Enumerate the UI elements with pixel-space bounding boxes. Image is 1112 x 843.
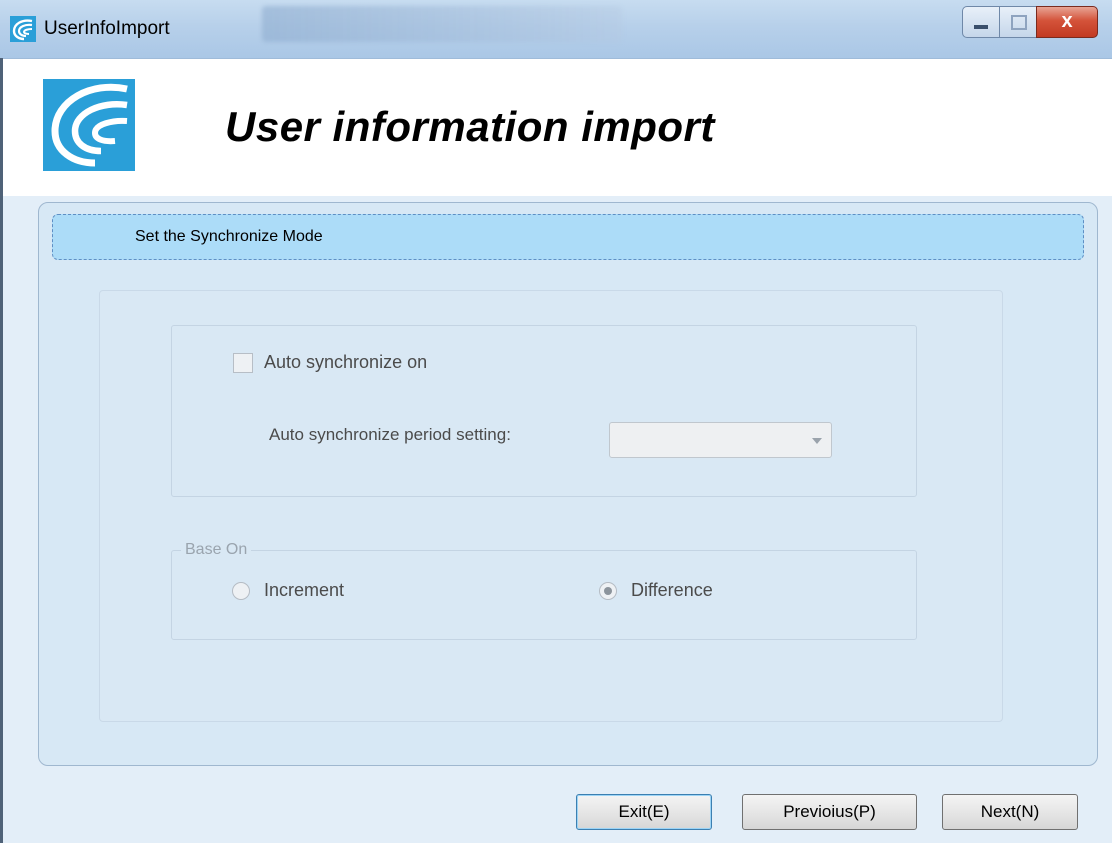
increment-radio[interactable] — [232, 582, 250, 600]
minimize-button[interactable] — [962, 6, 1000, 38]
close-icon: x — [1061, 10, 1073, 32]
app-logo-icon — [10, 16, 36, 42]
page-header: User information import — [3, 59, 1112, 196]
app-window: UserInfoImport x User information import… — [0, 0, 1112, 843]
period-select[interactable] — [609, 422, 832, 458]
auto-sync-label[interactable]: Auto synchronize on — [264, 352, 427, 373]
chevron-down-icon — [812, 438, 822, 444]
window-title: UserInfoImport — [44, 18, 170, 39]
difference-label[interactable]: Difference — [631, 580, 713, 601]
minimize-icon — [974, 25, 988, 29]
increment-label[interactable]: Increment — [264, 580, 344, 601]
title-bar[interactable]: UserInfoImport x — [0, 0, 1112, 59]
previous-button[interactable]: Previoius(P) — [742, 794, 917, 830]
exit-button[interactable]: Exit(E) — [576, 794, 712, 830]
auto-sync-checkbox[interactable] — [233, 353, 253, 373]
next-button[interactable]: Next(N) — [942, 794, 1078, 830]
background-taskbar-item — [262, 6, 622, 42]
step-label: Set the Synchronize Mode — [135, 228, 323, 245]
difference-radio[interactable] — [599, 582, 617, 600]
base-on-legend: Base On — [181, 541, 252, 559]
close-button[interactable]: x — [1036, 6, 1098, 38]
window-controls: x — [962, 6, 1098, 40]
page-title: User information import — [225, 103, 715, 150]
brand-logo — [43, 79, 135, 171]
auto-sync-box — [171, 325, 917, 497]
maximize-button[interactable] — [999, 6, 1037, 38]
maximize-icon — [1011, 15, 1027, 30]
period-label: Auto synchronize period setting: — [269, 425, 511, 444]
